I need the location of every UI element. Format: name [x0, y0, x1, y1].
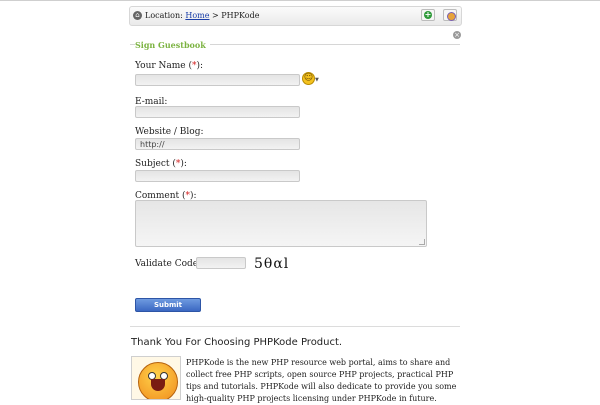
logo-mouth	[151, 379, 165, 391]
section-divider	[130, 326, 460, 327]
label-close: ):	[180, 159, 187, 169]
add-icon: +	[424, 10, 432, 19]
resize-grip-icon[interactable]	[419, 239, 425, 245]
website-input[interactable]	[135, 138, 300, 150]
phpkode-logo	[131, 356, 181, 400]
breadcrumb-separator: >	[212, 11, 219, 20]
smiley-icon[interactable]: ☺	[302, 72, 315, 85]
name-input[interactable]	[135, 74, 300, 86]
breadcrumb-prefix: Location:	[145, 11, 183, 20]
form-legend: Sign Guestbook	[135, 40, 210, 50]
name-label-text: Your Name (	[135, 61, 193, 71]
about-text: PHPKode is the new PHP resource web port…	[186, 358, 457, 403]
validate-label-text: Validate Code (	[135, 259, 205, 269]
subject-label-text: Subject (	[135, 159, 176, 169]
label-close: ):	[196, 61, 204, 71]
top-border	[0, 0, 600, 1]
logo-face	[138, 362, 178, 399]
add-button[interactable]: +	[421, 9, 435, 21]
website-label: Website / Blog:	[135, 127, 204, 137]
home-icon: ⌂	[133, 11, 142, 20]
captcha-image: 5θαl	[254, 256, 290, 272]
thanks-heading: Thank You For Choosing PHPKode Product.	[131, 337, 343, 348]
breadcrumb: Location: Home > PHPKode	[145, 11, 259, 20]
subject-input[interactable]	[135, 170, 300, 182]
subject-label: Subject (*):	[135, 159, 187, 169]
email-input[interactable]	[135, 106, 300, 118]
breadcrumb-current: PHPKode	[221, 11, 260, 20]
location-bar: ⌂ Location: Home > PHPKode +	[129, 6, 462, 26]
comment-textarea[interactable]	[135, 200, 427, 247]
validate-code-input[interactable]	[196, 257, 246, 269]
breadcrumb-home-link[interactable]: Home	[185, 11, 209, 20]
user-button[interactable]	[443, 9, 457, 21]
close-icon[interactable]: ×	[453, 31, 461, 39]
submit-comment-button[interactable]: Submit comment	[135, 298, 201, 321]
chevron-down-icon[interactable]: ▼	[315, 77, 319, 83]
user-icon	[447, 12, 456, 21]
name-label: Your Name (*):	[135, 61, 203, 71]
